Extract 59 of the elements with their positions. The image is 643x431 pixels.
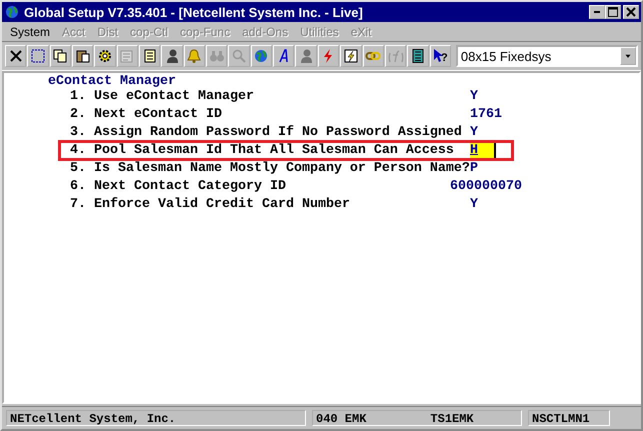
document-icon: [410, 48, 426, 64]
menu-item[interactable]: System: [4, 24, 56, 38]
option-label: 6. Next Contact Category ID: [70, 179, 287, 194]
bell-icon: [186, 48, 202, 64]
terminal-status: 040 EMK: [316, 411, 366, 425]
user-status: TS1EMK: [430, 411, 474, 425]
toolbar-button[interactable]: [273, 45, 294, 67]
properties-icon: [119, 48, 136, 64]
dashed-rectangle-icon: [30, 48, 46, 64]
option-label: 1. Use eContact Manager: [70, 89, 255, 104]
window-title: Global Setup V7.35.401 - [Netcellent System Inc. - Live]: [24, 4, 364, 20]
magnifier-icon: [231, 48, 248, 64]
minimize-icon: [594, 11, 600, 13]
option-label: 7. Enforce Valid Credit Card Number: [70, 197, 351, 212]
copy-icon: [52, 48, 68, 64]
input-field[interactable]: H: [470, 143, 496, 158]
font-value: 08x15 Fixedsys: [460, 48, 552, 64]
toolbar-button[interactable]: [139, 45, 160, 67]
toolbar-button[interactable]: [27, 45, 49, 67]
function-icon: [388, 48, 404, 64]
toolbar-button[interactable]: [72, 45, 94, 67]
gear-icon: [97, 48, 114, 64]
close-icon: [626, 7, 636, 17]
close-button[interactable]: [623, 5, 639, 19]
screen-heading: eContact Manager: [48, 74, 176, 89]
font-dropdown[interactable]: 08x15 Fixedsys: [456, 45, 638, 67]
minimize-button[interactable]: [589, 5, 605, 19]
toolbar-button[interactable]: [50, 45, 72, 67]
option-value: Y: [470, 125, 478, 140]
program-status: NSCTLMN1: [528, 410, 610, 426]
toolbar-button[interactable]: ?: [430, 45, 451, 67]
toolbar-button[interactable]: [94, 45, 116, 67]
person-icon: [164, 48, 180, 64]
globe-icon: [4, 4, 20, 20]
toolbar-button[interactable]: [407, 45, 429, 67]
option-value: Y: [470, 89, 478, 104]
clipboard-icon: [74, 48, 91, 64]
option-value: 600000070: [450, 179, 522, 194]
list-icon: [142, 48, 158, 64]
maximize-icon: [608, 7, 618, 17]
dropdown-button[interactable]: [620, 47, 636, 65]
toolbar-button[interactable]: [340, 45, 362, 67]
option-label: 3. Assign Random Password If No Password Assigned: [70, 125, 463, 140]
option-value: 1761: [470, 107, 502, 122]
person-icon: [298, 48, 314, 64]
lightning-page-icon: [342, 48, 359, 64]
help-mark: ?: [441, 52, 448, 64]
maximize-button[interactable]: [605, 5, 621, 19]
option-label: 5. Is Salesman Name Mostly Company or Person Name?: [70, 161, 470, 176]
toolbar-button[interactable]: [161, 45, 183, 67]
close-icon: [8, 48, 24, 64]
binoculars-icon: [208, 48, 225, 64]
toolbar-button[interactable]: [5, 45, 26, 67]
option-label: 4. Pool Salesman Id That All Salesman Can Access: [70, 143, 455, 158]
company-status: NETcellent System, Inc.: [6, 410, 306, 426]
option-value: P: [470, 161, 478, 176]
option-label: 2. Next eContact ID: [70, 107, 223, 122]
option-value: Y: [470, 197, 478, 212]
globe-icon: [253, 48, 270, 64]
